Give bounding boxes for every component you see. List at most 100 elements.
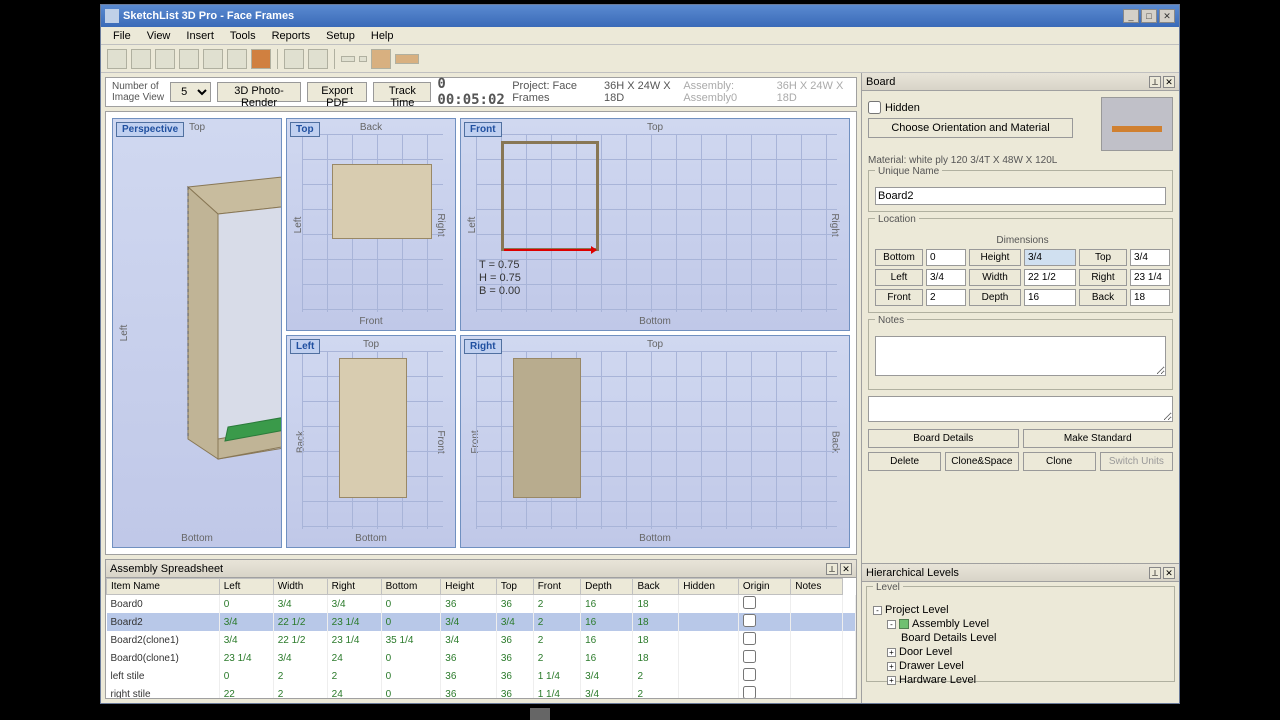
unique-name-input[interactable] (875, 187, 1166, 205)
viewport-tag: Left (290, 339, 320, 354)
elapsed-time: 0 00:05:02 (437, 76, 506, 108)
minimize-button[interactable]: _ (1123, 9, 1139, 23)
menu-reports[interactable]: Reports (264, 28, 319, 44)
depth-label[interactable]: Depth (969, 289, 1021, 306)
assembly-dims: 36H X 24W X 18D (777, 80, 850, 104)
tool-10[interactable] (341, 56, 355, 62)
level-tree[interactable]: -Project Level -Assembly Level Board Det… (873, 603, 1168, 687)
board-details-button[interactable]: Board Details (868, 429, 1019, 448)
make-standard-button[interactable]: Make Standard (1023, 429, 1174, 448)
tool-1[interactable] (107, 49, 127, 69)
switch-units-button: Switch Units (1100, 452, 1173, 471)
panel-pin-button[interactable]: ⟂ (1149, 76, 1161, 88)
right-input[interactable] (1130, 269, 1170, 286)
panel-pin-button[interactable]: ⟂ (826, 563, 838, 575)
window-title: SketchList 3D Pro - Face Frames (123, 10, 1123, 22)
assembly-label: Assembly: Assembly0 (683, 80, 770, 104)
tool-12[interactable] (371, 49, 391, 69)
tool-8[interactable] (284, 49, 304, 69)
app-icon (105, 9, 119, 23)
right-label[interactable]: Right (1079, 269, 1127, 286)
top-input[interactable] (1130, 249, 1170, 266)
panel-close-button[interactable]: ✕ (840, 563, 852, 575)
notes-input[interactable] (875, 336, 1166, 376)
clone-button[interactable]: Clone (1023, 452, 1096, 471)
export-pdf-button[interactable]: Export PDF (307, 82, 367, 102)
photo-render-button[interactable]: 3D Photo-Render (217, 82, 301, 102)
menu-help[interactable]: Help (363, 28, 402, 44)
viewports-area: Top Back Front Left Right Front Top Bott… (105, 111, 857, 555)
perspective-model (173, 159, 282, 469)
left-input[interactable] (926, 269, 966, 286)
shape (513, 358, 581, 498)
height-label[interactable]: Height (969, 249, 1021, 266)
location-group: Location Dimensions Bottom Height Top Le… (868, 218, 1173, 313)
track-time-button[interactable]: Track Time (373, 82, 431, 102)
tool-11[interactable] (359, 56, 367, 62)
hierarchical-levels-panel: Hierarchical Levels ⟂ ✕ Level -Project L… (862, 563, 1179, 703)
menu-setup[interactable]: Setup (318, 28, 363, 44)
width-input[interactable] (1024, 269, 1076, 286)
board-panel: Board ⟂ ✕ Hidden Choose Orientation and … (862, 73, 1179, 563)
material-label: Material: white ply 120 3/4T X 48W X 120… (868, 155, 1173, 166)
image-view-label: Number of Image View (112, 81, 164, 103)
clone-space-button[interactable]: Clone&Space (945, 452, 1018, 471)
app-window: SketchList 3D Pro - Face Frames _ □ ✕ Fi… (100, 4, 1180, 704)
height-input[interactable] (1024, 249, 1076, 266)
panel-title: Assembly Spreadsheet (110, 563, 824, 575)
menu-insert[interactable]: Insert (178, 28, 222, 44)
info-bar: Number of Image View 5 3D Photo-Render E… (105, 77, 857, 107)
tool-7[interactable] (251, 49, 271, 69)
menu-tools[interactable]: Tools (222, 28, 264, 44)
panel-title: Hierarchical Levels (866, 567, 1147, 579)
tool-13[interactable] (395, 54, 419, 64)
tool-9[interactable] (308, 49, 328, 69)
panel-close-button[interactable]: ✕ (1163, 567, 1175, 579)
menubar: File View Insert Tools Reports Setup Hel… (101, 27, 1179, 45)
delete-button[interactable]: Delete (868, 452, 941, 471)
toolbar (101, 45, 1179, 73)
bottom-input[interactable] (926, 249, 966, 266)
front-label[interactable]: Front (875, 289, 923, 306)
viewport-perspective[interactable]: Perspective Top Bottom Left Right (112, 118, 282, 548)
board-thumbnail (1101, 97, 1173, 151)
shape (339, 358, 407, 498)
viewport-top[interactable]: Top Back Front Left Right (286, 118, 456, 331)
choose-orientation-button[interactable]: Choose Orientation and Material (868, 118, 1073, 138)
hidden-checkbox[interactable]: Hidden (868, 101, 1097, 114)
depth-input[interactable] (1024, 289, 1076, 306)
left-label[interactable]: Left (875, 269, 923, 286)
viewport-front[interactable]: Front Top Bottom Left Right T = 0.75 H =… (460, 118, 850, 331)
tool-2[interactable] (131, 49, 151, 69)
front-dims: T = 0.75 H = 0.75 B = 0.00 (479, 259, 521, 298)
back-label[interactable]: Back (1079, 289, 1127, 306)
close-button[interactable]: ✕ (1159, 9, 1175, 23)
tool-5[interactable] (203, 49, 223, 69)
menu-view[interactable]: View (139, 28, 179, 44)
tool-6[interactable] (227, 49, 247, 69)
viewport-tag: Perspective (116, 122, 184, 137)
cabinet-outline (501, 141, 599, 251)
width-label[interactable]: Width (969, 269, 1021, 286)
tool-redo[interactable] (179, 49, 199, 69)
front-input[interactable] (926, 289, 966, 306)
viewport-left[interactable]: Left Top Bottom Back Front (286, 335, 456, 548)
back-input[interactable] (1130, 289, 1170, 306)
panel-pin-button[interactable]: ⟂ (1149, 567, 1161, 579)
top-label[interactable]: Top (1079, 249, 1127, 266)
tool-undo[interactable] (155, 49, 175, 69)
dimension-arrow (504, 249, 596, 251)
viewport-tag: Right (464, 339, 502, 354)
menu-file[interactable]: File (105, 28, 139, 44)
project-dims: 36H X 24W X 18D (604, 80, 677, 104)
titlebar: SketchList 3D Pro - Face Frames _ □ ✕ (101, 5, 1179, 27)
shape (332, 164, 432, 239)
bottom-label[interactable]: Bottom (875, 249, 923, 266)
viewport-right[interactable]: Right Top Bottom Front Back (460, 335, 850, 548)
image-view-select[interactable]: 5 (170, 82, 211, 102)
maximize-button[interactable]: □ (1141, 9, 1157, 23)
panel-close-button[interactable]: ✕ (1163, 76, 1175, 88)
extra-input[interactable] (868, 396, 1173, 422)
assembly-table[interactable]: Item NameLeftWidthRightBottomHeightTopFr… (106, 578, 856, 698)
notes-group: Notes (868, 319, 1173, 390)
